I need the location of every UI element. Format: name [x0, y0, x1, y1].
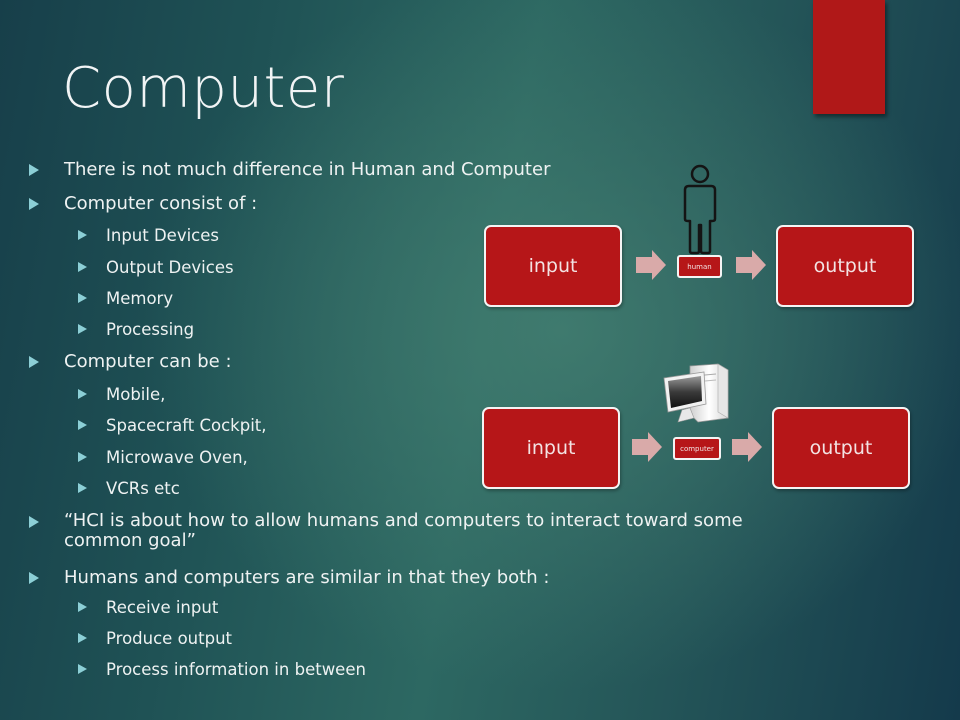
bullet-text: Input Devices	[106, 226, 219, 245]
sub-bullet-item: Mobile,	[78, 385, 166, 404]
bullet-text: Mobile,	[106, 385, 166, 404]
bullet-arrow-icon	[29, 516, 39, 528]
bullet-arrow-icon	[78, 633, 87, 643]
bullet-arrow-icon	[78, 293, 87, 303]
bullet-text: Spacecraft Cockpit,	[106, 416, 267, 435]
bullet-text: Output Devices	[106, 258, 234, 277]
output-box: output	[776, 225, 914, 307]
output-box: output	[772, 407, 910, 489]
right-arrow-icon	[736, 250, 766, 280]
bullet-arrow-icon	[78, 483, 87, 493]
sub-bullet-item: Output Devices	[78, 258, 234, 277]
bullet-item: Computer can be :	[29, 351, 232, 372]
bullet-text: Computer can be :	[64, 351, 232, 372]
bullet-list: There is not much difference in Human an…	[0, 0, 960, 720]
bullet-arrow-icon	[29, 572, 39, 584]
bullet-text: Computer consist of :	[64, 193, 258, 214]
bullet-text: Humans and computers are similar in that…	[64, 567, 550, 588]
bullet-text: Memory	[106, 289, 174, 308]
bullet-text: Process information in between	[106, 660, 366, 679]
bullet-text: There is not much difference in Human an…	[64, 159, 551, 180]
computer-label-box: computer	[673, 437, 721, 460]
bullet-item: Computer consist of :	[29, 193, 258, 214]
sub-bullet-item: VCRs etc	[78, 479, 180, 498]
sub-bullet-item: Produce output	[78, 629, 232, 648]
person-icon	[683, 164, 717, 255]
bullet-text: Microwave Oven,	[106, 448, 248, 467]
sub-bullet-item: Processing	[78, 320, 195, 339]
sub-bullet-item: Input Devices	[78, 226, 219, 245]
bullet-arrow-icon	[78, 262, 87, 272]
sub-bullet-item: Receive input	[78, 598, 219, 617]
sub-bullet-item: Memory	[78, 289, 174, 308]
bullet-item: “HCI is about how to allow humans and co…	[29, 510, 804, 551]
bullet-text: Produce output	[106, 629, 232, 648]
right-arrow-icon	[632, 432, 662, 462]
bullet-arrow-icon	[78, 664, 87, 674]
bullet-item: There is not much difference in Human an…	[29, 159, 551, 180]
bullet-arrow-icon	[78, 389, 87, 399]
bullet-arrow-icon	[78, 230, 87, 240]
bullet-item: Humans and computers are similar in that…	[29, 567, 550, 588]
right-arrow-icon	[636, 250, 666, 280]
bullet-arrow-icon	[78, 602, 87, 612]
bullet-text: VCRs etc	[106, 479, 180, 498]
input-box: input	[482, 407, 620, 489]
sub-bullet-item: Microwave Oven,	[78, 448, 248, 467]
desktop-computer-icon	[663, 363, 729, 423]
bullet-text: “HCI is about how to allow humans and co…	[64, 510, 743, 551]
bullet-arrow-icon	[78, 420, 87, 430]
bullet-arrow-icon	[78, 324, 87, 334]
bullet-text: Receive input	[106, 598, 219, 617]
sub-bullet-item: Process information in between	[78, 660, 366, 679]
sub-bullet-item: Spacecraft Cockpit,	[78, 416, 267, 435]
slide: Computer There is not much difference in…	[0, 0, 960, 720]
right-arrow-icon	[732, 432, 762, 462]
bullet-arrow-icon	[29, 164, 39, 176]
bullet-arrow-icon	[29, 356, 39, 368]
bullet-text: Processing	[106, 320, 195, 339]
bullet-arrow-icon	[78, 452, 87, 462]
human-label-box: human	[677, 255, 722, 278]
input-box: input	[484, 225, 622, 307]
bullet-arrow-icon	[29, 198, 39, 210]
